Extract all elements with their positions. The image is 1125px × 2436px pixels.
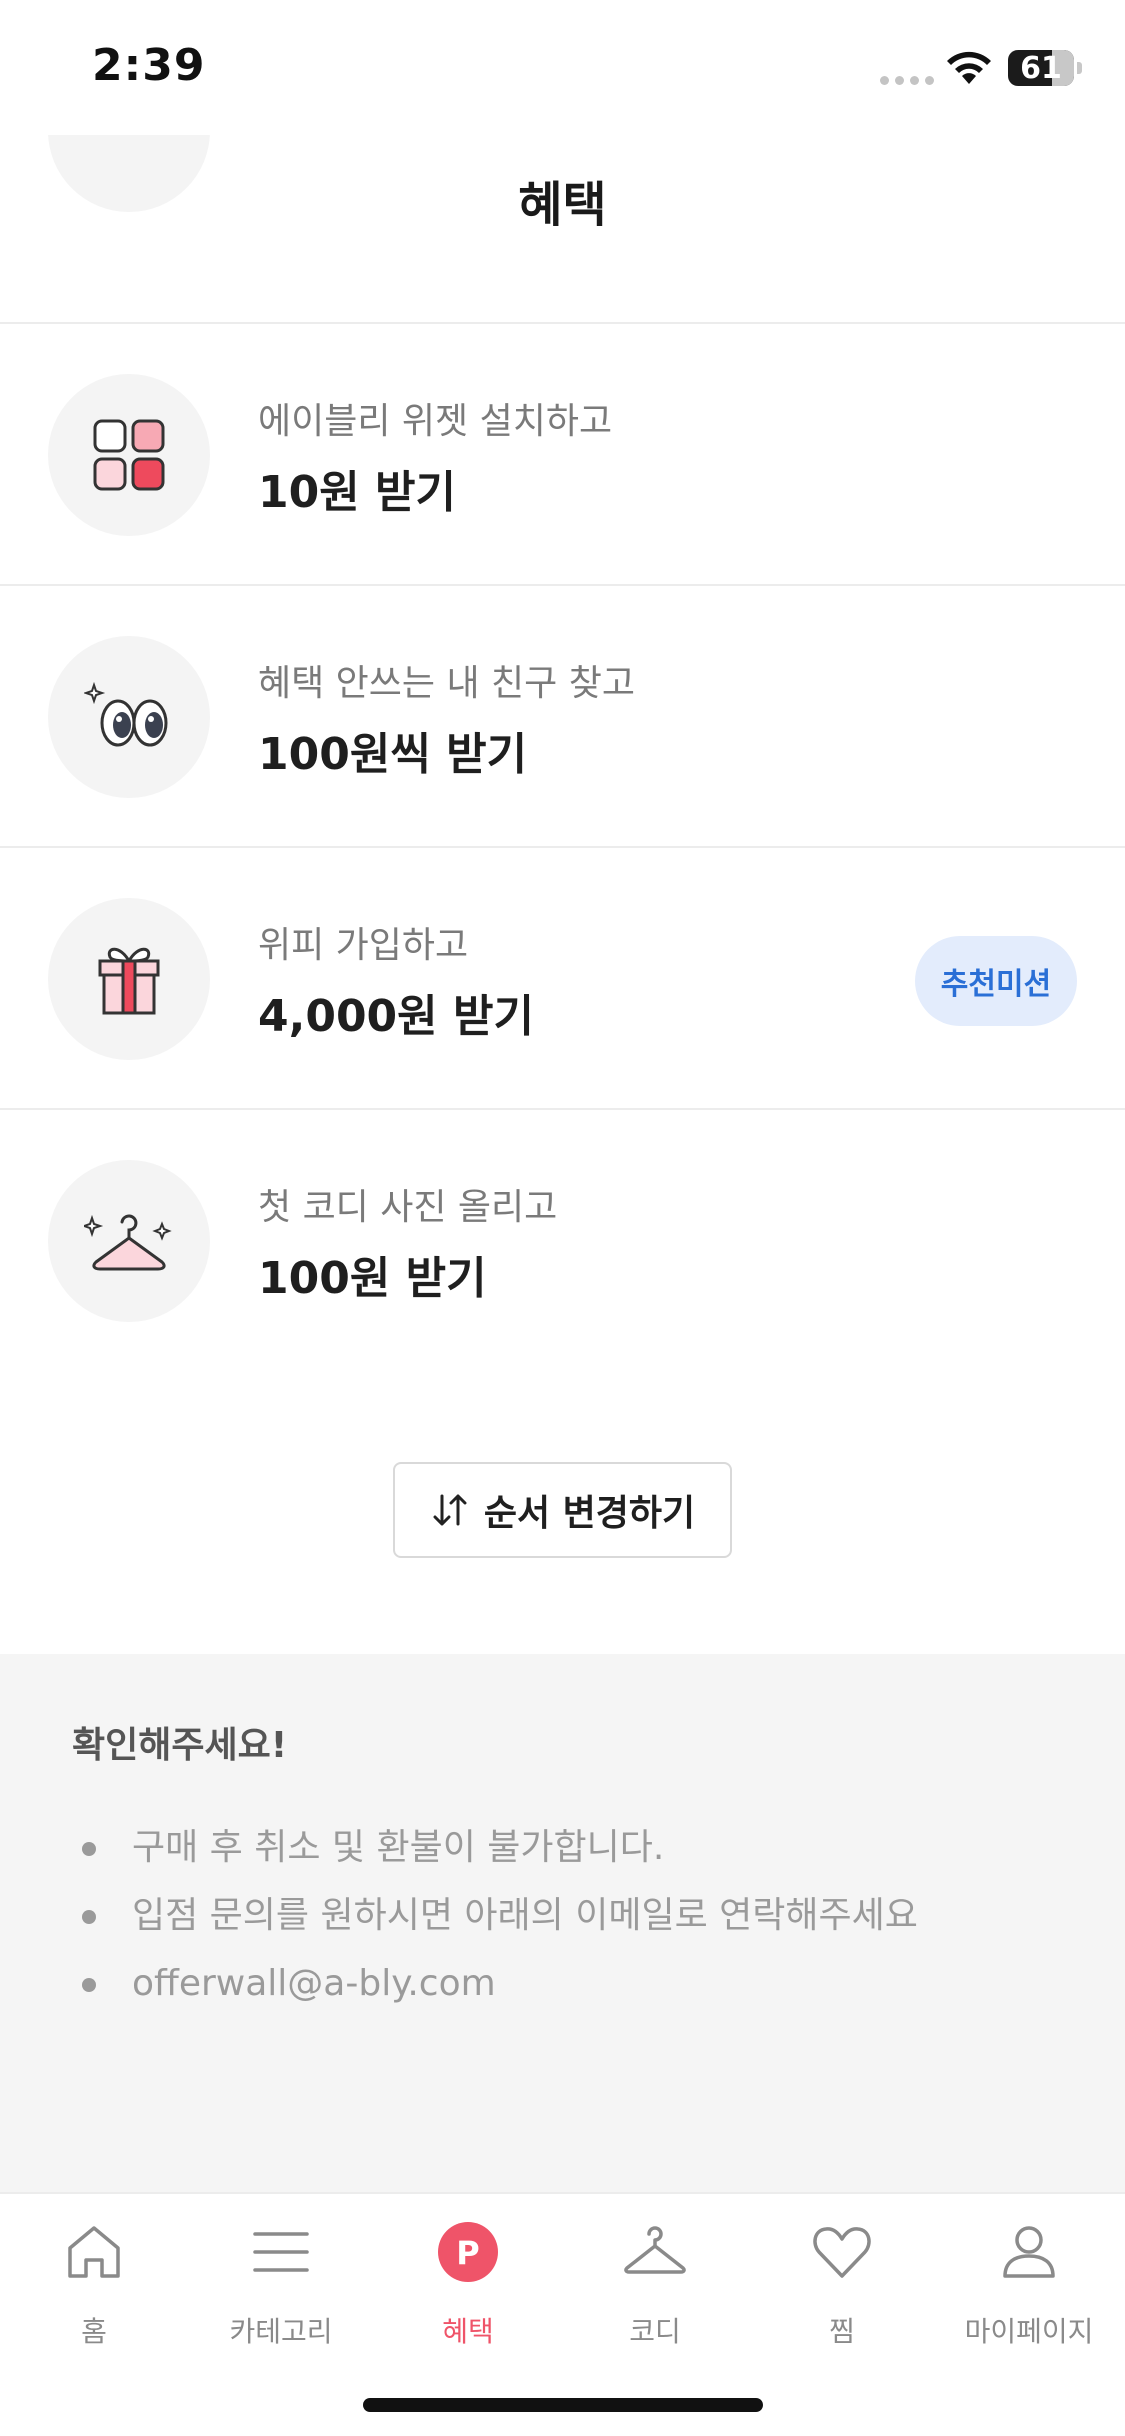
mission-subtitle: 에이블리 위젯 설치하고 [258, 401, 613, 442]
user-icon [997, 2214, 1061, 2290]
notice-title: 확인해주세요! [72, 1725, 288, 1766]
recommended-badge: 추천미션 [915, 936, 1077, 1026]
mission-reward: 4,000원 받기 [258, 991, 534, 1042]
battery-level: 61 [1020, 51, 1062, 86]
tab-likes[interactable]: 찜 [748, 2194, 936, 2364]
mission-reward: 100원 받기 [258, 1253, 487, 1304]
notice-email[interactable]: offerwall@a-bly.com [82, 1950, 918, 2018]
reorder-button[interactable]: 순서 변경하기 [393, 1462, 732, 1558]
tab-mypage[interactable]: 마이페이지 [935, 2194, 1123, 2364]
mission-subtitle: 첫 코디 사진 올리고 [258, 1187, 558, 1228]
status-time: 2:39 [92, 40, 206, 91]
tab-label: 홈 [81, 2315, 107, 2348]
menu-icon [249, 2214, 313, 2290]
status-bar: 2:39 61 [0, 0, 1125, 135]
cellular-signal-icon [880, 76, 934, 85]
tab-label: 혜택 [442, 2315, 494, 2348]
battery-icon: 61 [1008, 50, 1074, 86]
tab-coordi[interactable]: 코디 [561, 2194, 749, 2364]
mission-list: 에이블리 위젯 설치하고 10원 받기 혜택 안쓰는 내 친구 찾고 100원씩… [0, 322, 1125, 1370]
tab-label: 코디 [629, 2315, 681, 2348]
home-icon [62, 2214, 126, 2290]
mission-subtitle: 혜택 안쓰는 내 친구 찾고 [258, 663, 635, 704]
notice-list: 구매 후 취소 및 환불이 불가합니다. 입점 문의를 원하시면 아래의 이메일… [82, 1814, 918, 2018]
tab-home[interactable]: 홈 [0, 2194, 188, 2364]
notice-item: 입점 문의를 원하시면 아래의 이메일로 연락해주세요 [82, 1882, 918, 1950]
heart-icon [810, 2214, 874, 2290]
widget-icon [48, 374, 210, 536]
gift-icon [48, 898, 210, 1060]
tab-label: 카테고리 [229, 2315, 333, 2348]
mission-reward: 100원씩 받기 [258, 729, 528, 780]
tab-label: 찜 [829, 2315, 855, 2348]
mission-row-first-coordi[interactable]: 첫 코디 사진 올리고 100원 받기 [0, 1108, 1125, 1370]
wifi-icon [947, 51, 991, 84]
tab-benefits[interactable]: P 혜택 [374, 2194, 562, 2364]
reorder-label: 순서 변경하기 [483, 1493, 696, 1534]
hanger-icon [48, 1160, 210, 1322]
notice-item: 구매 후 취소 및 환불이 불가합니다. [82, 1814, 918, 1882]
header: 혜택 [0, 135, 1125, 320]
points-icon-letter: P [456, 2234, 479, 2272]
points-icon: P [436, 2214, 500, 2290]
sort-icon [433, 1494, 467, 1526]
mission-row-wippy-signup[interactable]: 위피 가입하고 4,000원 받기 추천미션 [0, 846, 1125, 1108]
tab-category[interactable]: 카테고리 [187, 2194, 375, 2364]
eyes-icon [48, 636, 210, 798]
home-indicator[interactable] [363, 2398, 763, 2412]
tab-label: 마이페이지 [964, 2315, 1094, 2348]
mission-row-widget[interactable]: 에이블리 위젯 설치하고 10원 받기 [0, 322, 1125, 584]
mission-subtitle: 위피 가입하고 [258, 925, 469, 966]
mission-row-invite-friends[interactable]: 혜택 안쓰는 내 친구 찾고 100원씩 받기 [0, 584, 1125, 846]
notice-section: 확인해주세요! 구매 후 취소 및 환불이 불가합니다. 입점 문의를 원하시면… [0, 1654, 1125, 2192]
mission-reward: 10원 받기 [258, 467, 456, 518]
hanger-icon [623, 2214, 687, 2290]
